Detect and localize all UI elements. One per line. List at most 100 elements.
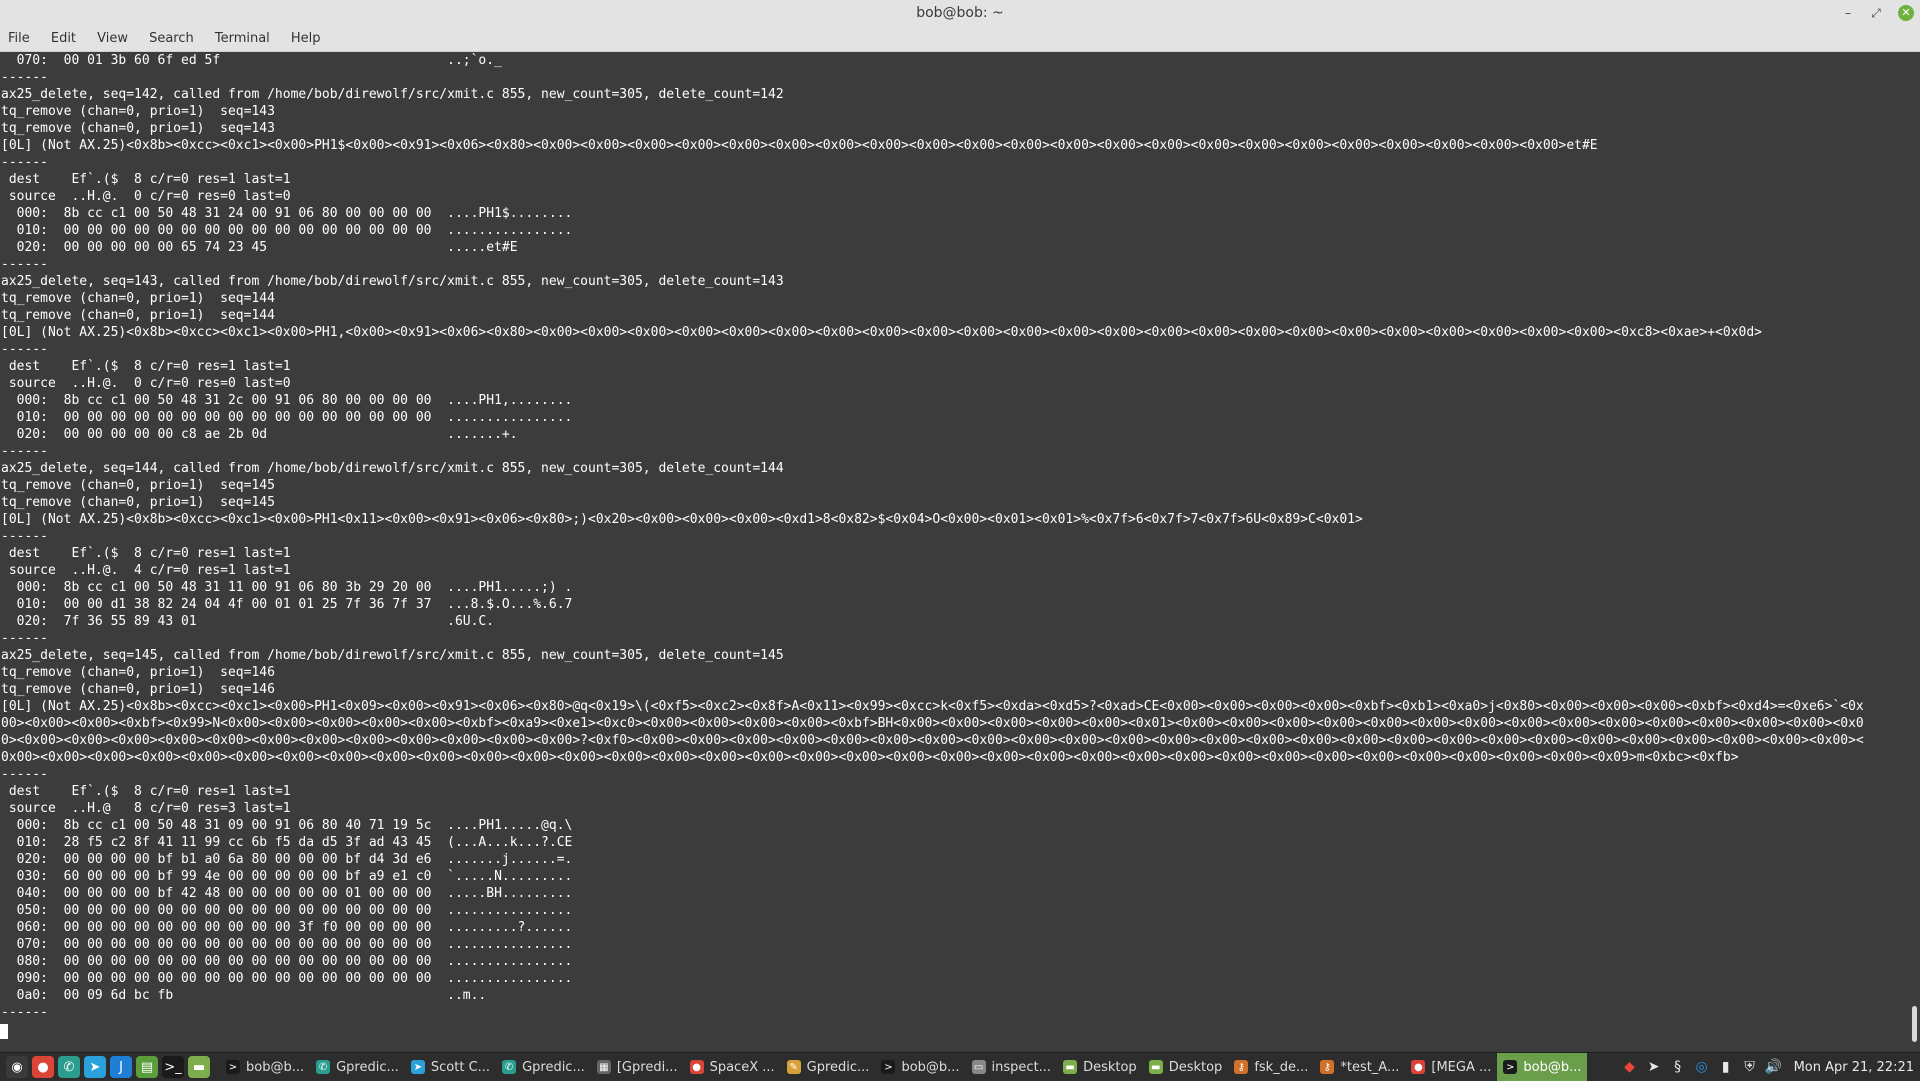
terminal-line: dest Ef`.($ 8 c/r=0 res=1 last=1: [1, 172, 291, 187]
terminal-line: [0L] (Not AX.25)<0x8b><0xcc><0xc1><0x00>…: [1, 325, 1762, 340]
maximize-button[interactable]: ⤢: [1866, 3, 1886, 23]
system-tray: ◆ ➤ § ◎ ▮ ⛨ 🔊 Mon Apr 21, 22:21: [1618, 1053, 1920, 1081]
telegram-tray-icon[interactable]: ➤: [1644, 1057, 1664, 1077]
task-gpredict-1-icon: ✆: [316, 1060, 331, 1074]
gpredict-icon[interactable]: ✆: [58, 1056, 80, 1078]
terminal-line: 010: 28 f5 c2 8f 41 11 99 cc 6b f5 da d5…: [1, 835, 573, 850]
task-desktop-1-icon: ▬: [1063, 1060, 1078, 1074]
menu-edit[interactable]: Edit: [43, 27, 84, 46]
task-desktop-1[interactable]: ▬ Desktop: [1057, 1053, 1143, 1081]
task-gpredict-1[interactable]: ✆ Gpredic...: [310, 1053, 405, 1081]
task-mega-icon: ●: [1411, 1060, 1426, 1074]
terminal-line: 010: 00 00 00 00 00 00 00 00 00 00 00 00…: [1, 223, 573, 238]
menu-icon[interactable]: ◉: [6, 1056, 28, 1078]
terminal-line: [0L] (Not AX.25)<0x8b><0xcc><0xc1><0x00>…: [1, 699, 1864, 714]
terminal-line: 000: 8b cc c1 00 50 48 31 11 00 91 06 80…: [1, 580, 573, 595]
task-label: inspect...: [991, 1059, 1052, 1075]
menu-search[interactable]: Search: [141, 27, 202, 46]
terminal-line: source ..H.@. 4 c/r=0 res=1 last=1: [1, 563, 291, 578]
terminal-line: tq_remove (chan=0, prio=1) seq=146: [1, 665, 275, 680]
terminal-line: 000: 8b cc c1 00 50 48 31 2c 00 91 06 80…: [1, 393, 573, 408]
menu-view[interactable]: View: [89, 27, 136, 46]
task-terminal-active[interactable]: > bob@b...: [1497, 1053, 1588, 1081]
task-gpredict-4[interactable]: ✎ Gpredic...: [781, 1053, 876, 1081]
task-inspect[interactable]: ▭ inspect...: [966, 1053, 1058, 1081]
terminal-text: 070: 00 01 3b 60 6f ed 5f ..;`o._ ------ a…: [0, 52, 1905, 1021]
blue-app-icon[interactable]: ◎: [1692, 1057, 1712, 1077]
task-gpredict-4-icon: ✎: [786, 1060, 801, 1074]
menu-terminal[interactable]: Terminal: [207, 27, 278, 46]
task-label: [Gpredi...: [616, 1059, 678, 1075]
clock[interactable]: Mon Apr 21, 22:21: [1786, 1060, 1920, 1075]
task-label: [MEGA ...: [1431, 1059, 1492, 1075]
task-telegram[interactable]: ➤ Scott C...: [405, 1053, 496, 1081]
menu-help[interactable]: Help: [283, 27, 329, 46]
terminal-output[interactable]: 070: 00 01 3b 60 6f ed 5f ..;`o._ ------ a…: [0, 52, 1905, 1050]
task-chrome-spacex-icon: ●: [689, 1060, 704, 1074]
terminal-line: 020: 00 00 00 00 bf b1 a0 6a 80 00 00 00…: [1, 852, 573, 867]
terminal-line: ------: [1, 631, 48, 646]
task-chrome-spacex[interactable]: ● SpaceX ...: [684, 1053, 781, 1081]
anydesk-icon[interactable]: ◆: [1620, 1057, 1640, 1077]
close-button[interactable]: ✕: [1898, 5, 1914, 21]
taskbar: ◉ ● ✆ ➤ J ▤ >_ ▬ > bob@b... ✆ Gpredic... ➤ Scott C..…: [0, 1052, 1920, 1081]
task-label: *test_A...: [1340, 1059, 1400, 1075]
minimize-button[interactable]: –: [1838, 3, 1858, 23]
terminal-line: 020: 00 00 00 00 00 65 74 23 45 .....et#…: [1, 240, 518, 255]
window-title: bob@bob: ~: [916, 5, 1004, 21]
terminal-line: 080: 00 00 00 00 00 00 00 00 00 00 00 00…: [1, 954, 573, 969]
joplin-icon[interactable]: J: [110, 1056, 132, 1078]
terminal-line: ------: [1, 767, 48, 782]
terminal-line: ax25_delete, seq=144, called from /home/…: [1, 461, 784, 476]
volume-icon[interactable]: 🔊: [1764, 1057, 1784, 1077]
network-icon[interactable]: ▮: [1716, 1057, 1736, 1077]
task-fsk-icon: ⚷: [1234, 1060, 1249, 1074]
terminal-line: 000: 8b cc c1 00 50 48 31 09 00 91 06 80…: [1, 818, 573, 833]
terminal-line: source ..H.@. 0 c/r=0 res=0 last=0: [1, 189, 291, 204]
task-test[interactable]: ⚷ *test_A...: [1314, 1053, 1405, 1081]
task-label: bob@b...: [246, 1059, 305, 1075]
task-terminal-active-icon: >: [1503, 1060, 1518, 1074]
terminal-line: ------: [1, 70, 48, 85]
task-label: SpaceX ...: [709, 1059, 775, 1075]
chrome-icon[interactable]: ●: [32, 1056, 54, 1078]
sync-icon[interactable]: §: [1668, 1057, 1688, 1077]
task-fsk[interactable]: ⚷ fsk_de...: [1228, 1053, 1314, 1081]
menu-file[interactable]: File: [0, 27, 38, 46]
terminal-line: tq_remove (chan=0, prio=1) seq=144: [1, 291, 275, 306]
scrollbar-thumb[interactable]: [1912, 1006, 1917, 1042]
files-green-icon[interactable]: ▤: [136, 1056, 158, 1078]
terminal-line: tq_remove (chan=0, prio=1) seq=145: [1, 495, 275, 510]
terminal-line: source ..H.@. 0 c/r=0 res=0 last=0: [1, 376, 291, 391]
window-titlebar[interactable]: bob@bob: ~ – ⤢ ✕: [0, 0, 1920, 27]
terminal-icon[interactable]: >_: [162, 1056, 184, 1078]
terminal-line: 0a0: 00 09 6d bc fb ..m..: [1, 988, 487, 1003]
task-mega[interactable]: ● [MEGA ...: [1405, 1053, 1497, 1081]
task-label: Gpredic...: [806, 1059, 870, 1075]
terminal-line: 010: 00 00 d1 38 82 24 04 4f 00 01 01 25…: [1, 597, 573, 612]
task-test-icon: ⚷: [1320, 1060, 1335, 1074]
task-terminal-1[interactable]: > bob@b...: [220, 1053, 310, 1081]
telegram-icon[interactable]: ➤: [84, 1056, 106, 1078]
terminal-line: tq_remove (chan=0, prio=1) seq=143: [1, 104, 275, 119]
task-gpredict-2[interactable]: ✆ Gpredic...: [496, 1053, 591, 1081]
folder-icon[interactable]: ▬: [188, 1056, 210, 1078]
task-terminal-2[interactable]: > bob@b...: [875, 1053, 965, 1081]
terminal-line: tq_remove (chan=0, prio=1) seq=146: [1, 682, 275, 697]
menu-bar: File Edit View Search Terminal Help: [0, 27, 1920, 52]
terminal-line: [0L] (Not AX.25)<0x8b><0xcc><0xc1><0x00>…: [1, 512, 1363, 527]
terminal-line: 090: 00 00 00 00 00 00 00 00 00 00 00 00…: [1, 971, 573, 986]
terminal-line: 070: 00 00 00 00 00 00 00 00 00 00 00 00…: [1, 937, 573, 952]
terminal-line: ------: [1, 444, 48, 459]
task-desktop-2[interactable]: ▬ Desktop: [1143, 1053, 1229, 1081]
terminal-line: 020: 00 00 00 00 00 c8 ae 2b 0d .......+…: [1, 427, 518, 442]
terminal-cursor: [0, 1024, 8, 1039]
terminal-line: source ..H.@ 8 c/r=0 res=3 last=1: [1, 801, 291, 816]
task-telegram-icon: ➤: [410, 1060, 425, 1074]
terminal-line: [0L] (Not AX.25)<0x8b><0xcc><0xc1><0x00>…: [1, 138, 1598, 153]
shield-icon[interactable]: ⛨: [1740, 1057, 1760, 1077]
task-gpredict-3[interactable]: ▦ [Gpredi...: [591, 1053, 684, 1081]
task-label: bob@b...: [901, 1059, 960, 1075]
terminal-scrollbar[interactable]: [1905, 52, 1920, 1050]
task-label: Scott C...: [430, 1059, 491, 1075]
